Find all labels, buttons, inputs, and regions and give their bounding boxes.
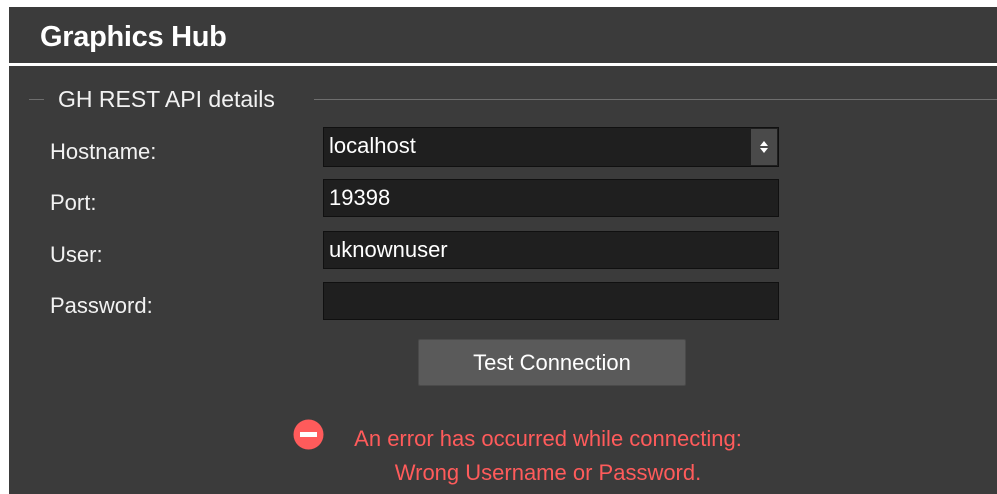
hostname-select[interactable]: localhost	[323, 127, 779, 167]
error-message-line2: Wrong Username or Password.	[394, 460, 702, 485]
hostname-label: Hostname:	[50, 139, 157, 164]
password-label: Password:	[50, 293, 153, 318]
spin-updown-icon[interactable]	[751, 129, 777, 165]
page-title: Graphics Hub	[40, 21, 227, 53]
port-field[interactable]: 19398	[323, 179, 779, 217]
port-label: Port:	[50, 190, 97, 215]
user-label: User:	[50, 242, 103, 267]
user-value: uknownuser	[329, 237, 448, 262]
error-icon	[293, 419, 324, 450]
port-value: 19398	[329, 185, 391, 210]
group-border-right	[314, 99, 997, 100]
error-message-line1: An error has occurred while connecting:	[354, 426, 742, 451]
graphics-hub-panel: Graphics Hub GH REST API details Hostnam…	[9, 7, 997, 494]
group-title: GH REST API details	[58, 86, 275, 112]
group-border-left	[29, 99, 44, 100]
test-connection-button[interactable]: Test Connection	[418, 339, 686, 386]
hostname-value: localhost	[329, 133, 416, 158]
title-divider	[9, 63, 997, 66]
user-field[interactable]: uknownuser	[323, 231, 779, 269]
password-field[interactable]	[323, 282, 779, 320]
error-message: An error has occurred while connecting: …	[323, 422, 773, 490]
